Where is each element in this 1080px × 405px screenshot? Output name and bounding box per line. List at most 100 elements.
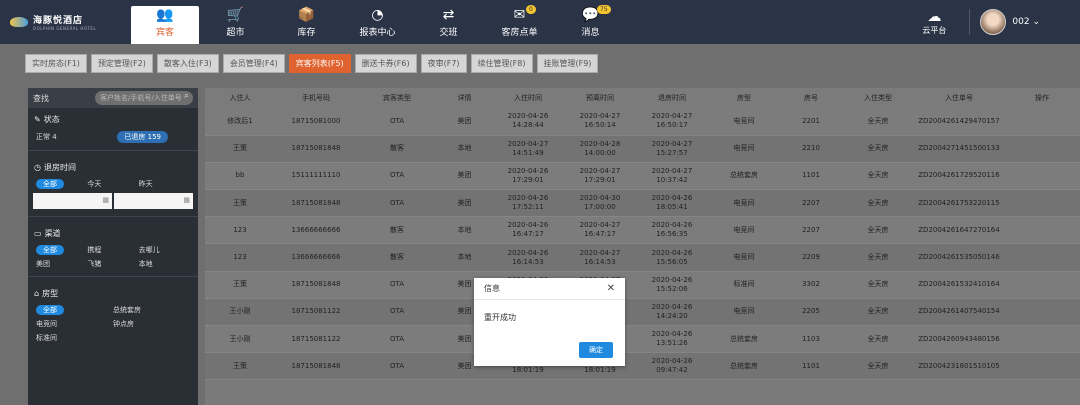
table-row[interactable]: 王策18715081848OTA美团2020-04-2615:23:152020… bbox=[205, 271, 1080, 299]
table-cell: 电竞间 bbox=[708, 298, 780, 327]
table-cell: 2020-04-30 17:00:00 bbox=[564, 189, 636, 218]
tab-0[interactable]: 实时房态(F1) bbox=[25, 53, 87, 73]
row-action-cell[interactable] bbox=[1004, 216, 1080, 245]
table-cell: 2020-04-26 16:14:53 bbox=[492, 243, 564, 272]
table-cell: 13666666666 bbox=[275, 243, 357, 272]
table-cell: 15111111110 bbox=[275, 162, 357, 191]
channel-filter[interactable]: 美团 bbox=[36, 260, 50, 268]
tab-8[interactable]: 挂账管理(F9) bbox=[536, 53, 599, 73]
table-cell: OTA bbox=[357, 189, 437, 218]
table-cell: 电竞间 bbox=[708, 189, 780, 218]
row-action-cell[interactable] bbox=[1004, 135, 1080, 163]
count-badge: 0 bbox=[526, 5, 536, 14]
logo-name: 海豚悦酒店 bbox=[33, 16, 84, 26]
user-menu[interactable]: 002 ⌄ bbox=[1012, 17, 1040, 27]
tab-2[interactable]: 散客入住(F3) bbox=[156, 53, 219, 73]
dialog-title: 信息 bbox=[484, 284, 500, 293]
count-badge: 75 bbox=[597, 5, 611, 14]
nav-label: 宾客 bbox=[155, 28, 174, 38]
channel-filter[interactable]: 全部 bbox=[36, 245, 64, 255]
row-action-cell[interactable] bbox=[1004, 162, 1080, 191]
search-icon[interactable]: ⌕ bbox=[184, 91, 189, 101]
close-icon[interactable]: ✕ bbox=[607, 283, 615, 294]
table-cell: 总统套房 bbox=[708, 162, 780, 191]
avatar[interactable] bbox=[980, 9, 1007, 35]
row-action-cell[interactable] bbox=[1004, 108, 1080, 136]
table-cell: 王策 bbox=[205, 352, 275, 381]
channel-filter[interactable]: 飞猪 bbox=[87, 260, 101, 268]
table-cell: 2210 bbox=[780, 135, 842, 163]
table-cell: OTA bbox=[357, 298, 437, 327]
tab-4[interactable]: 宾客列表(F5) bbox=[288, 53, 351, 73]
table-row[interactable]: bb 15111111110 OTA 美团 2020-04-26 17:29:01 2020… bbox=[205, 162, 1080, 191]
table-cell: 2020-04-26 14:24:20 bbox=[636, 298, 708, 327]
channel-filter[interactable]: 携程 bbox=[87, 246, 101, 254]
roomtype-filter[interactable]: 总统套房 bbox=[113, 306, 141, 314]
row-action-cell[interactable] bbox=[1004, 189, 1080, 218]
channel-filter[interactable]: 去哪儿 bbox=[139, 246, 160, 254]
channel-filter[interactable]: 本地 bbox=[139, 260, 153, 268]
table-cell: 本地 bbox=[437, 135, 492, 163]
tab-1[interactable]: 预定管理(F2) bbox=[90, 53, 153, 73]
roomtype-filter[interactable]: 电竞间 bbox=[36, 320, 57, 328]
confirm-button[interactable]: 确定 bbox=[579, 342, 613, 358]
table-cell: 18715081000 bbox=[275, 108, 357, 136]
table-row[interactable]: 123 13666666666 散客 本地 2020-04-26 16:14:53 2020… bbox=[205, 243, 1080, 272]
end-date-input[interactable]: ▦ bbox=[114, 193, 193, 209]
table-row[interactable]: 修改后1 18715081000 OTA 美团 2020-04-26 14:28:44 20… bbox=[205, 108, 1080, 136]
table-cell: 2020-04-26 17:29:01 bbox=[492, 162, 564, 191]
status-normal[interactable]: 正常 4 bbox=[36, 132, 57, 142]
nav-item-3[interactable]: ◔ 报表中心 bbox=[342, 0, 413, 44]
table-cell: 全天房 bbox=[842, 162, 914, 191]
table-row[interactable]: 王小刚18715081122OTA美团2020-04-2614:07:17202… bbox=[205, 298, 1080, 327]
roomtype-filter[interactable]: 钟点房 bbox=[113, 320, 134, 328]
row-action-cell[interactable] bbox=[1004, 271, 1080, 299]
box-icon: 📦 bbox=[297, 7, 316, 23]
row-action-cell[interactable] bbox=[1004, 243, 1080, 272]
table-cell: 王策 bbox=[205, 271, 275, 299]
guest-list-table: 入住人 手机号码 宾客类型 详情 入住时间 预离时间 退房时间 房型 房号 入住类型 入住单号 操作 … bbox=[205, 88, 1080, 405]
table-cell: 王策 bbox=[205, 135, 275, 163]
tab-7[interactable]: 续住管理(F8) bbox=[470, 53, 533, 73]
table-cell: OTA bbox=[357, 162, 437, 191]
table-cell: 1101 bbox=[780, 352, 842, 381]
table-row[interactable]: 王策 18715081848 散客 本地 2020-04-27 14:51:49 2020-… bbox=[205, 135, 1080, 163]
nav-item-1[interactable]: 🛒 超市 bbox=[200, 0, 271, 44]
order-icon: ✉ bbox=[513, 7, 526, 23]
nav-item-4[interactable]: ⇄ 交班 bbox=[413, 0, 484, 44]
nav-item-2[interactable]: 📦 库存 bbox=[271, 0, 342, 44]
table-cell: 2207 bbox=[780, 189, 842, 218]
row-action-cell[interactable] bbox=[1004, 352, 1080, 381]
table-cell: OTA bbox=[357, 108, 437, 136]
tab-5[interactable]: 删送卡券(F6) bbox=[354, 53, 417, 73]
row-action-cell[interactable] bbox=[1004, 298, 1080, 327]
nav-item-0[interactable]: 👥 宾客 bbox=[131, 6, 199, 44]
nav-item-6[interactable]: 💬 消息 75 bbox=[555, 0, 626, 44]
time-filter-yesterday[interactable]: 昨天 bbox=[139, 179, 190, 189]
nav-item-5[interactable]: ✉ 客房点单 0 bbox=[484, 0, 555, 44]
table-row[interactable]: 王策 18715081848 OTA 美团 2020-04-26 17:52:11 2020… bbox=[205, 189, 1080, 218]
tab-3[interactable]: 会员管理(F4) bbox=[222, 53, 285, 73]
time-filter-today[interactable]: 今天 bbox=[87, 179, 138, 189]
clock-icon: ◷ bbox=[34, 163, 41, 172]
row-action-cell[interactable] bbox=[1004, 325, 1080, 354]
nav-label: 消息 bbox=[581, 28, 600, 38]
time-filter-all[interactable]: 全部 bbox=[36, 179, 64, 189]
start-date-input[interactable]: ▦ bbox=[33, 193, 112, 209]
table-row[interactable]: 王小刚18715081122OTA美团2020-04-2609:43:37202… bbox=[205, 325, 1080, 354]
search-input[interactable]: 客户姓名/手机号/入住单号 ⌕ bbox=[95, 91, 193, 105]
table-header: 入住人 手机号码 宾客类型 详情 入住时间 预离时间 退房时间 房型 房号 入住类型 入住单号 操作 bbox=[205, 88, 1080, 108]
table-cell: 123 bbox=[205, 243, 275, 272]
roomtype-filter[interactable]: 标准间 bbox=[36, 334, 57, 342]
cloud-platform-button[interactable]: ☁ 云平台 bbox=[909, 9, 959, 36]
table-cell: 美团 bbox=[437, 108, 492, 136]
table-row[interactable]: 王策18715081848OTA美团2020-04-2318:01:192020… bbox=[205, 352, 1080, 381]
tab-6[interactable]: 夜审(F7) bbox=[420, 53, 467, 73]
cart-icon: 🛒 bbox=[226, 7, 245, 23]
table-cell: 电竞间 bbox=[708, 135, 780, 163]
table-row[interactable]: 123 13666666666 散客 本地 2020-04-26 16:47:17 2020… bbox=[205, 216, 1080, 245]
status-checked-out[interactable]: 已退房 159 bbox=[117, 131, 168, 143]
roomtype-filter[interactable]: 全部 bbox=[36, 305, 64, 315]
table-cell: 2020-04-27 10:37:42 bbox=[636, 162, 708, 191]
info-dialog: 信息 ✕ 重开成功 确定 bbox=[474, 278, 625, 366]
